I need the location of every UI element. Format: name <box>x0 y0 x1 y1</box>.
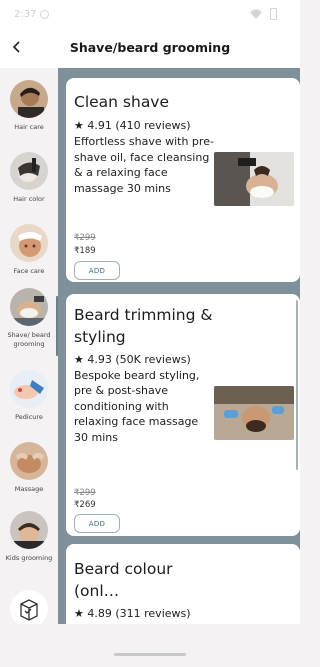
service-rating: ★ 4.91 (410 reviews) <box>74 119 191 132</box>
package-box-icon <box>10 590 48 624</box>
service-rating: ★ 4.89 (311 reviews) <box>74 607 191 620</box>
add-button[interactable]: ADD <box>74 261 120 280</box>
bottom-safe-area <box>0 624 300 667</box>
service-title: Clean shave <box>74 93 170 111</box>
status-time: 2:37 <box>14 9 37 20</box>
sidebar-item-hair-care[interactable]: Hair care <box>0 80 58 132</box>
beard-trimming-photo <box>214 386 294 440</box>
add-button[interactable]: ADD <box>74 514 120 533</box>
notification-icon <box>40 10 49 19</box>
service-list[interactable]: Clean shave ★ 4.91 (410 reviews) Effortl… <box>58 68 300 624</box>
service-description: Effortless shave with pre-shave oil, fac… <box>74 135 214 195</box>
hair-color-photo-icon <box>10 152 48 190</box>
sidebar-item-label: Kids grooming <box>5 554 53 562</box>
sidebar-item-shave-beard-grooming[interactable]: Shave/ beard grooming <box>0 288 58 349</box>
old-price: ₹299 <box>74 233 96 243</box>
sidebar-item-packages[interactable] <box>0 590 58 624</box>
face-care-photo-icon <box>10 224 48 262</box>
status-bar: 2:37 <box>0 0 300 28</box>
category-sidebar: Hair care Hair color Face care Shave/ be… <box>0 68 58 624</box>
sidebar-item-face-care[interactable]: Face care <box>0 224 58 276</box>
wifi-icon <box>250 9 262 19</box>
home-indicator[interactable] <box>114 653 186 656</box>
sidebar-item-label: Massage <box>14 485 44 493</box>
service-card-clean-shave[interactable]: Clean shave ★ 4.91 (410 reviews) Effortl… <box>66 78 300 282</box>
old-price: ₹299 <box>74 488 96 498</box>
hair-care-photo-icon <box>10 80 48 118</box>
sidebar-item-label: Shave/ beard grooming <box>7 331 51 348</box>
price: ₹189 <box>74 246 96 256</box>
service-description: ★ 4.93 (50K reviews) Bespoke beard styli… <box>74 353 200 444</box>
service-title: Beard trimming & styling <box>74 306 213 346</box>
shave-photo-icon <box>10 288 48 326</box>
scrollbar[interactable] <box>296 300 298 470</box>
massage-photo-icon <box>10 442 48 480</box>
pedicure-photo-icon <box>10 370 48 408</box>
service-card-beard-trimming[interactable]: Beard trimming & styling ★ 4.93 (50K rev… <box>66 294 300 536</box>
price: ₹269 <box>74 500 96 510</box>
battery-icon <box>270 8 277 20</box>
sidebar-item-massage[interactable]: Massage <box>0 442 58 494</box>
page-title: Shave/beard grooming <box>69 40 231 55</box>
top-app-bar: Shave/beard grooming <box>0 28 300 68</box>
sidebar-item-kids-grooming[interactable]: Kids grooming <box>0 511 58 563</box>
kids-grooming-photo-icon <box>10 511 48 549</box>
service-card-beard-colour[interactable]: Beard colour (onl… ★ 4.89 (311 reviews) <box>66 544 300 624</box>
sidebar-item-label: Pedicure <box>15 413 43 421</box>
sidebar-item-label: Hair color <box>13 195 45 203</box>
service-title: Beard colour (onl… <box>74 560 173 600</box>
sidebar-item-pedicure[interactable]: Pedicure <box>0 370 58 422</box>
sidebar-item-hair-color[interactable]: Hair color <box>0 152 58 204</box>
clean-shave-photo <box>214 152 294 206</box>
sidebar-item-label: Hair care <box>14 123 44 131</box>
sidebar-item-label: Face care <box>13 267 45 275</box>
